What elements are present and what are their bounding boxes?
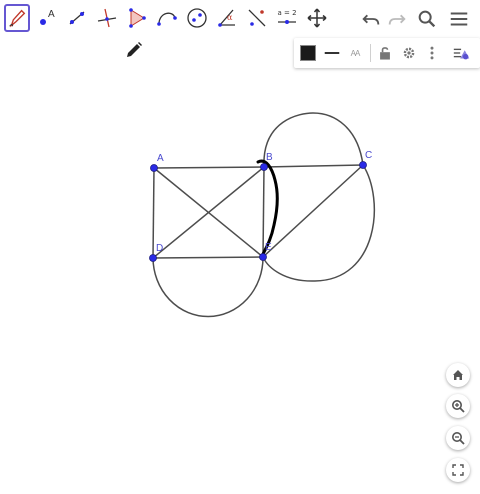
redo-button[interactable] — [384, 6, 410, 32]
search-icon — [418, 10, 436, 28]
point-icon: A — [40, 9, 55, 25]
line-style-button[interactable] — [321, 42, 343, 64]
semicircle-tool[interactable] — [154, 4, 180, 32]
segment-de[interactable] — [152, 256, 264, 259]
graphics-view[interactable]: A B C D E — [0, 0, 480, 494]
slider-icon: a = 2 — [277, 9, 297, 24]
point-label-b: B — [266, 152, 273, 163]
fullscreen-icon — [452, 464, 464, 476]
fullscreen-button[interactable] — [446, 458, 470, 482]
angle-tool-label: α — [227, 13, 233, 22]
pen-icon — [9, 9, 26, 28]
point-e[interactable] — [259, 253, 267, 261]
line-style-icon — [324, 52, 340, 54]
home-button[interactable] — [446, 363, 470, 387]
pen-tool[interactable] — [4, 4, 30, 32]
point-tool[interactable]: A — [34, 4, 60, 32]
settings-button[interactable] — [398, 42, 420, 64]
perpendicular-icon — [97, 8, 117, 28]
angle-icon: α — [218, 9, 235, 27]
slider-tool[interactable]: a = 2 — [274, 4, 300, 32]
point-label-c: C — [365, 150, 372, 161]
algebra-toggle-icon — [453, 48, 470, 60]
home-icon — [453, 370, 463, 380]
toolbar: A α a = 2 — [0, 0, 480, 38]
move-arrows-icon — [307, 8, 327, 28]
segment-be[interactable] — [262, 166, 265, 258]
algebra-toggle-button[interactable] — [451, 42, 473, 64]
polygon-icon — [129, 8, 146, 28]
more-icon — [430, 46, 434, 60]
segment-bc[interactable] — [263, 164, 364, 168]
line-icon — [69, 11, 85, 25]
perpendicular-tool[interactable] — [94, 4, 120, 32]
lock-icon — [380, 47, 390, 60]
text-size-button[interactable]: AA — [344, 42, 366, 64]
zoom-in-icon — [452, 400, 465, 413]
zoom-in-button[interactable] — [446, 394, 470, 418]
circle-icon — [187, 8, 207, 28]
point-c[interactable] — [359, 161, 367, 169]
text-size-label: AA — [350, 48, 361, 58]
circle-tool[interactable] — [184, 4, 210, 32]
settings-icon — [403, 47, 415, 59]
zoom-out-button[interactable] — [446, 426, 470, 450]
pencil-cursor-icon — [127, 42, 142, 57]
segment-ad[interactable] — [152, 167, 155, 259]
point-tool-label: A — [48, 9, 55, 20]
arc-ce-right[interactable] — [262, 164, 375, 282]
undo-icon — [362, 14, 380, 25]
reflect-tool[interactable] — [244, 4, 270, 32]
line-tool[interactable] — [64, 4, 90, 32]
move-graphics-tool[interactable] — [304, 4, 330, 32]
polygon-tool[interactable] — [124, 4, 150, 32]
zoom-out-icon — [452, 432, 465, 445]
lock-button[interactable] — [374, 42, 396, 64]
reflect-icon — [248, 9, 266, 27]
color-swatch-button[interactable] — [297, 42, 319, 64]
arc-icon — [157, 12, 177, 26]
redo-icon — [388, 14, 406, 25]
slider-tool-label: a = 2 — [277, 9, 296, 17]
point-label-e: E — [265, 242, 272, 253]
more-options-button[interactable] — [421, 42, 443, 64]
arc-bc-top[interactable] — [263, 112, 364, 168]
menu-button[interactable] — [446, 6, 472, 32]
points-layer: A B C D E — [149, 150, 372, 262]
point-label-a: A — [157, 153, 164, 164]
segment-ab[interactable] — [153, 166, 265, 169]
point-a[interactable] — [150, 164, 158, 172]
arc-de[interactable] — [152, 256, 264, 318]
angle-tool[interactable]: α — [214, 4, 240, 32]
undo-button[interactable] — [358, 6, 384, 32]
menu-icon — [450, 12, 468, 26]
style-bar: AA — [294, 38, 480, 68]
point-d[interactable] — [149, 254, 157, 262]
search-button[interactable] — [414, 6, 440, 32]
point-b[interactable] — [260, 163, 268, 171]
color-swatch — [300, 45, 316, 61]
style-bar-divider — [370, 44, 371, 62]
point-label-d: D — [156, 243, 163, 254]
construction — [152, 112, 375, 318]
